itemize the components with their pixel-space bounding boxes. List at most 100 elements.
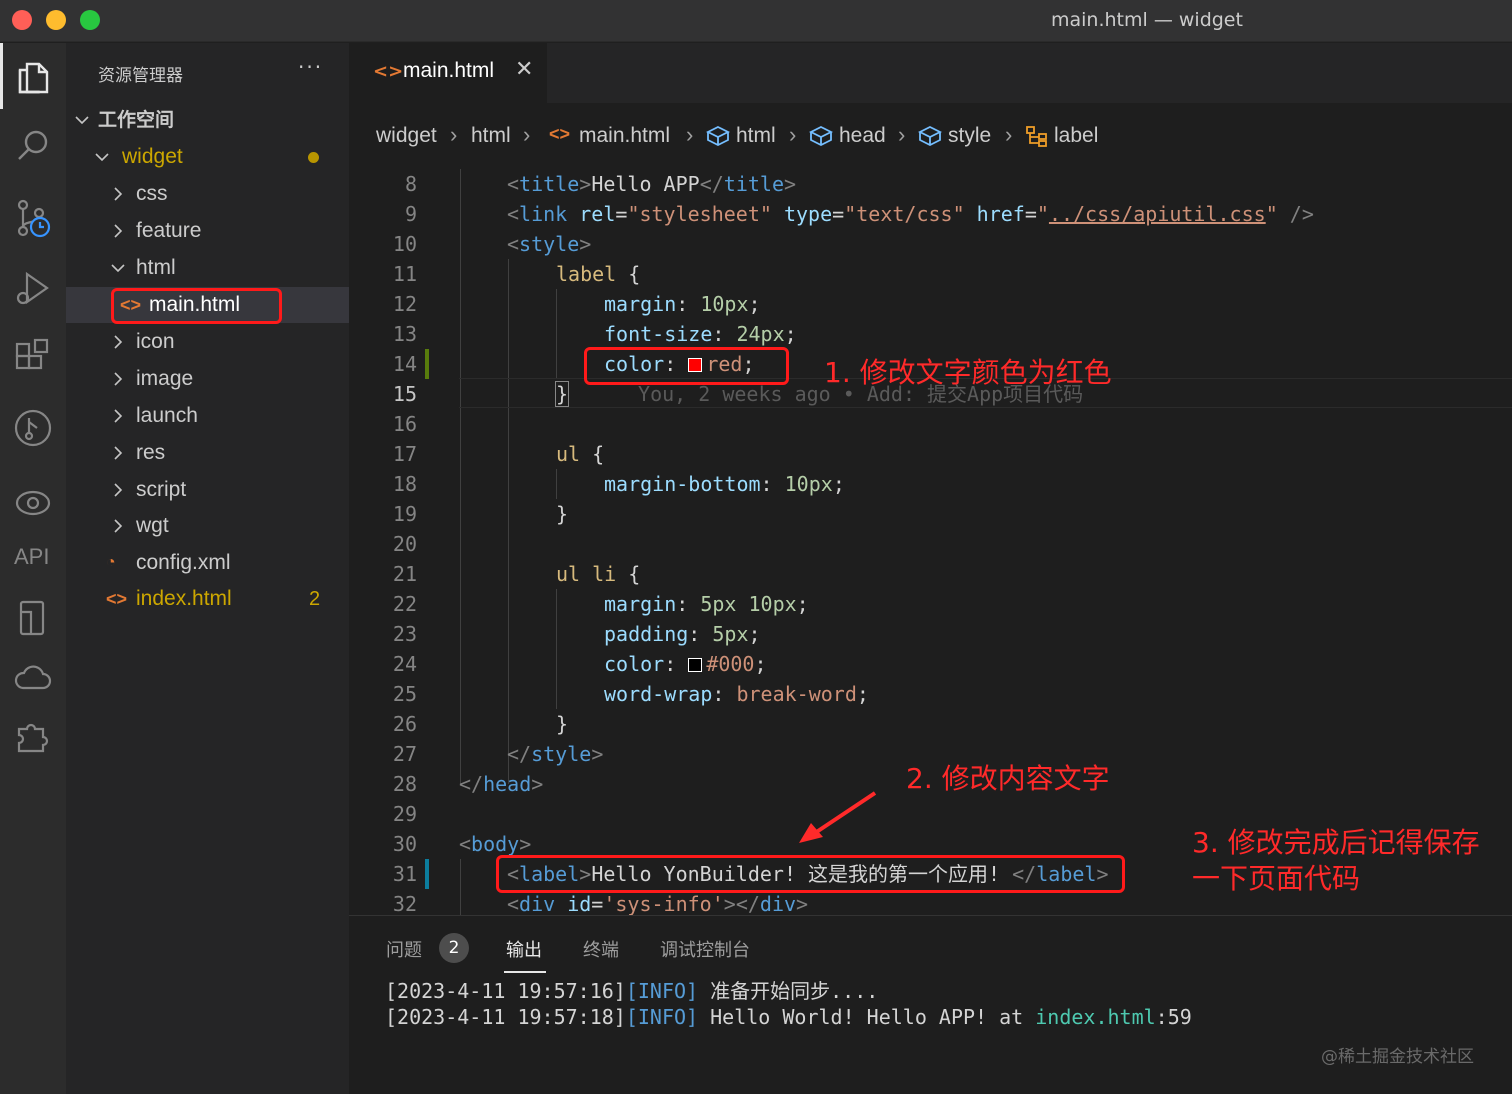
breadcrumb-item[interactable]: label — [1054, 124, 1098, 148]
line-number: 11 — [392, 262, 417, 286]
indent-guide — [460, 859, 461, 915]
html-file-icon: <> — [106, 589, 128, 609]
git-graph-icon[interactable] — [13, 408, 53, 448]
tree-item-html[interactable]: html — [66, 250, 349, 286]
tree-item-launch[interactable]: launch — [66, 398, 349, 434]
indent-guide — [556, 469, 557, 499]
code-line: ul { — [556, 442, 605, 466]
line-number: 9 — [404, 202, 417, 226]
run-debug-icon[interactable] — [13, 268, 53, 308]
cloud-icon[interactable] — [13, 658, 53, 698]
source-control-icon[interactable] — [13, 198, 53, 238]
api-icon[interactable]: API — [14, 544, 49, 570]
code-line: padding: 5px; — [604, 622, 761, 646]
highlight-box — [496, 855, 1125, 893]
tab-main-html[interactable]: <> main.html ✕ — [349, 43, 547, 103]
explorer-sidebar: 资源管理器 ··· 工作空间 widget css feature html <… — [66, 43, 349, 1094]
line-number: 27 — [392, 742, 417, 766]
breadcrumb-item[interactable]: widget — [376, 124, 437, 148]
cube-icon — [808, 125, 834, 153]
code-line: font-size: 24px; — [604, 322, 797, 346]
chevron-right-icon — [110, 508, 128, 548]
tree-item-script[interactable]: script — [66, 472, 349, 508]
tab-debug-console[interactable]: 调试控制台 — [660, 936, 750, 962]
breadcrumb-item[interactable]: style — [948, 124, 991, 148]
cube-icon — [705, 125, 731, 153]
tree-item-res[interactable]: res — [66, 435, 349, 471]
chevron-right-icon — [110, 435, 128, 475]
plugin-icon[interactable] — [13, 715, 53, 755]
tree-label: icon — [136, 330, 175, 353]
code-line: <title>Hello APP</title> — [507, 172, 797, 196]
log-line: [2023-4-11 19:57:16][INFO] 准备开始同步.... — [385, 979, 879, 1003]
chevron-right-icon: › — [898, 122, 906, 147]
tree-item-widget[interactable]: widget — [66, 139, 349, 175]
breadcrumb-item[interactable]: main.html — [579, 124, 670, 148]
chevron-right-icon: › — [789, 122, 797, 147]
tree-item-icon[interactable]: icon — [66, 324, 349, 360]
editor-tab-bar: <> main.html ✕ — [349, 43, 1512, 103]
close-window-button[interactable] — [12, 10, 32, 30]
chevron-down-icon — [74, 102, 92, 142]
line-number: 20 — [392, 532, 417, 556]
line-number: 23 — [392, 622, 417, 646]
code-line: ul li { — [556, 562, 641, 586]
tree-item-index-html[interactable]: <> index.html 2 — [66, 581, 349, 617]
breadcrumb-item[interactable]: head — [839, 124, 886, 148]
tab-label: main.html — [403, 59, 495, 82]
window-title: main.html — widget — [1051, 9, 1243, 31]
line-number: 19 — [392, 502, 417, 526]
tree-label: wgt — [136, 514, 169, 537]
code-editor[interactable]: 8 9 10 11 12 13 14 15 16 17 18 19 20 21 … — [349, 169, 1512, 915]
code-line: <link rel="stylesheet" type="text/css" h… — [507, 202, 1314, 226]
tree-label: html — [136, 256, 176, 279]
line-number: 26 — [392, 712, 417, 736]
annotation-1: 1. 修改文字颜色为红色 — [824, 356, 1112, 389]
highlight-box — [111, 288, 282, 324]
chevron-right-icon: › — [523, 122, 531, 147]
line-number: 13 — [392, 322, 417, 346]
active-indicator — [0, 43, 3, 109]
tree-item-config-xml[interactable]: ◔ config.xml — [66, 545, 349, 581]
log-file-link[interactable]: index.html — [1035, 1005, 1155, 1029]
workspace-section[interactable]: 工作空间 — [66, 102, 349, 138]
symbol-structure-icon — [1025, 125, 1049, 153]
chevron-right-icon: › — [1005, 122, 1013, 147]
code-line: word-wrap: break-word; — [604, 682, 869, 706]
code-line: margin: 5px 10px; — [604, 592, 809, 616]
extensions-icon[interactable] — [13, 338, 53, 378]
tab-terminal[interactable]: 终端 — [583, 936, 619, 962]
preview-icon[interactable] — [13, 483, 53, 523]
indent-guide — [556, 289, 557, 379]
close-icon[interactable]: ✕ — [515, 57, 533, 82]
rss-file-icon: ◔ — [106, 554, 116, 571]
mobile-device-icon[interactable] — [13, 598, 53, 638]
code-line: margin-bottom: 10px; — [604, 472, 845, 496]
explorer-icon[interactable] — [13, 56, 53, 96]
tab-output[interactable]: 输出 — [506, 936, 542, 962]
tree-item-css[interactable]: css — [66, 176, 349, 212]
chevron-right-icon — [110, 176, 128, 216]
search-icon[interactable] — [13, 126, 53, 166]
line-number: 32 — [392, 892, 417, 915]
line-number: 25 — [392, 682, 417, 706]
code-line: </head> — [459, 772, 544, 796]
tree-item-wgt[interactable]: wgt — [66, 508, 349, 544]
breadcrumb-item[interactable]: html — [736, 124, 776, 148]
tree-item-feature[interactable]: feature — [66, 213, 349, 249]
tree-item-image[interactable]: image — [66, 361, 349, 397]
watermark: @稀土掘金技术社区 — [1321, 1047, 1474, 1067]
tree-label: script — [136, 478, 187, 501]
href-link[interactable]: ../css/apiutil.css — [1049, 202, 1266, 226]
maximize-window-button[interactable] — [80, 10, 100, 30]
more-actions-button[interactable]: ··· — [298, 55, 323, 79]
tree-label: config.xml — [136, 551, 231, 574]
breadcrumb-item[interactable]: html — [471, 124, 511, 148]
minimize-window-button[interactable] — [46, 10, 66, 30]
color-swatch[interactable] — [688, 658, 703, 672]
title-bar: main.html — widget — [0, 0, 1512, 42]
tab-problems[interactable]: 问题 — [386, 936, 422, 962]
cube-icon — [917, 125, 943, 153]
bottom-panel: 问题 2 输出 终端 调试控制台 [2023-4-11 19:57:16][IN… — [349, 915, 1512, 1094]
line-number: 29 — [392, 802, 417, 826]
